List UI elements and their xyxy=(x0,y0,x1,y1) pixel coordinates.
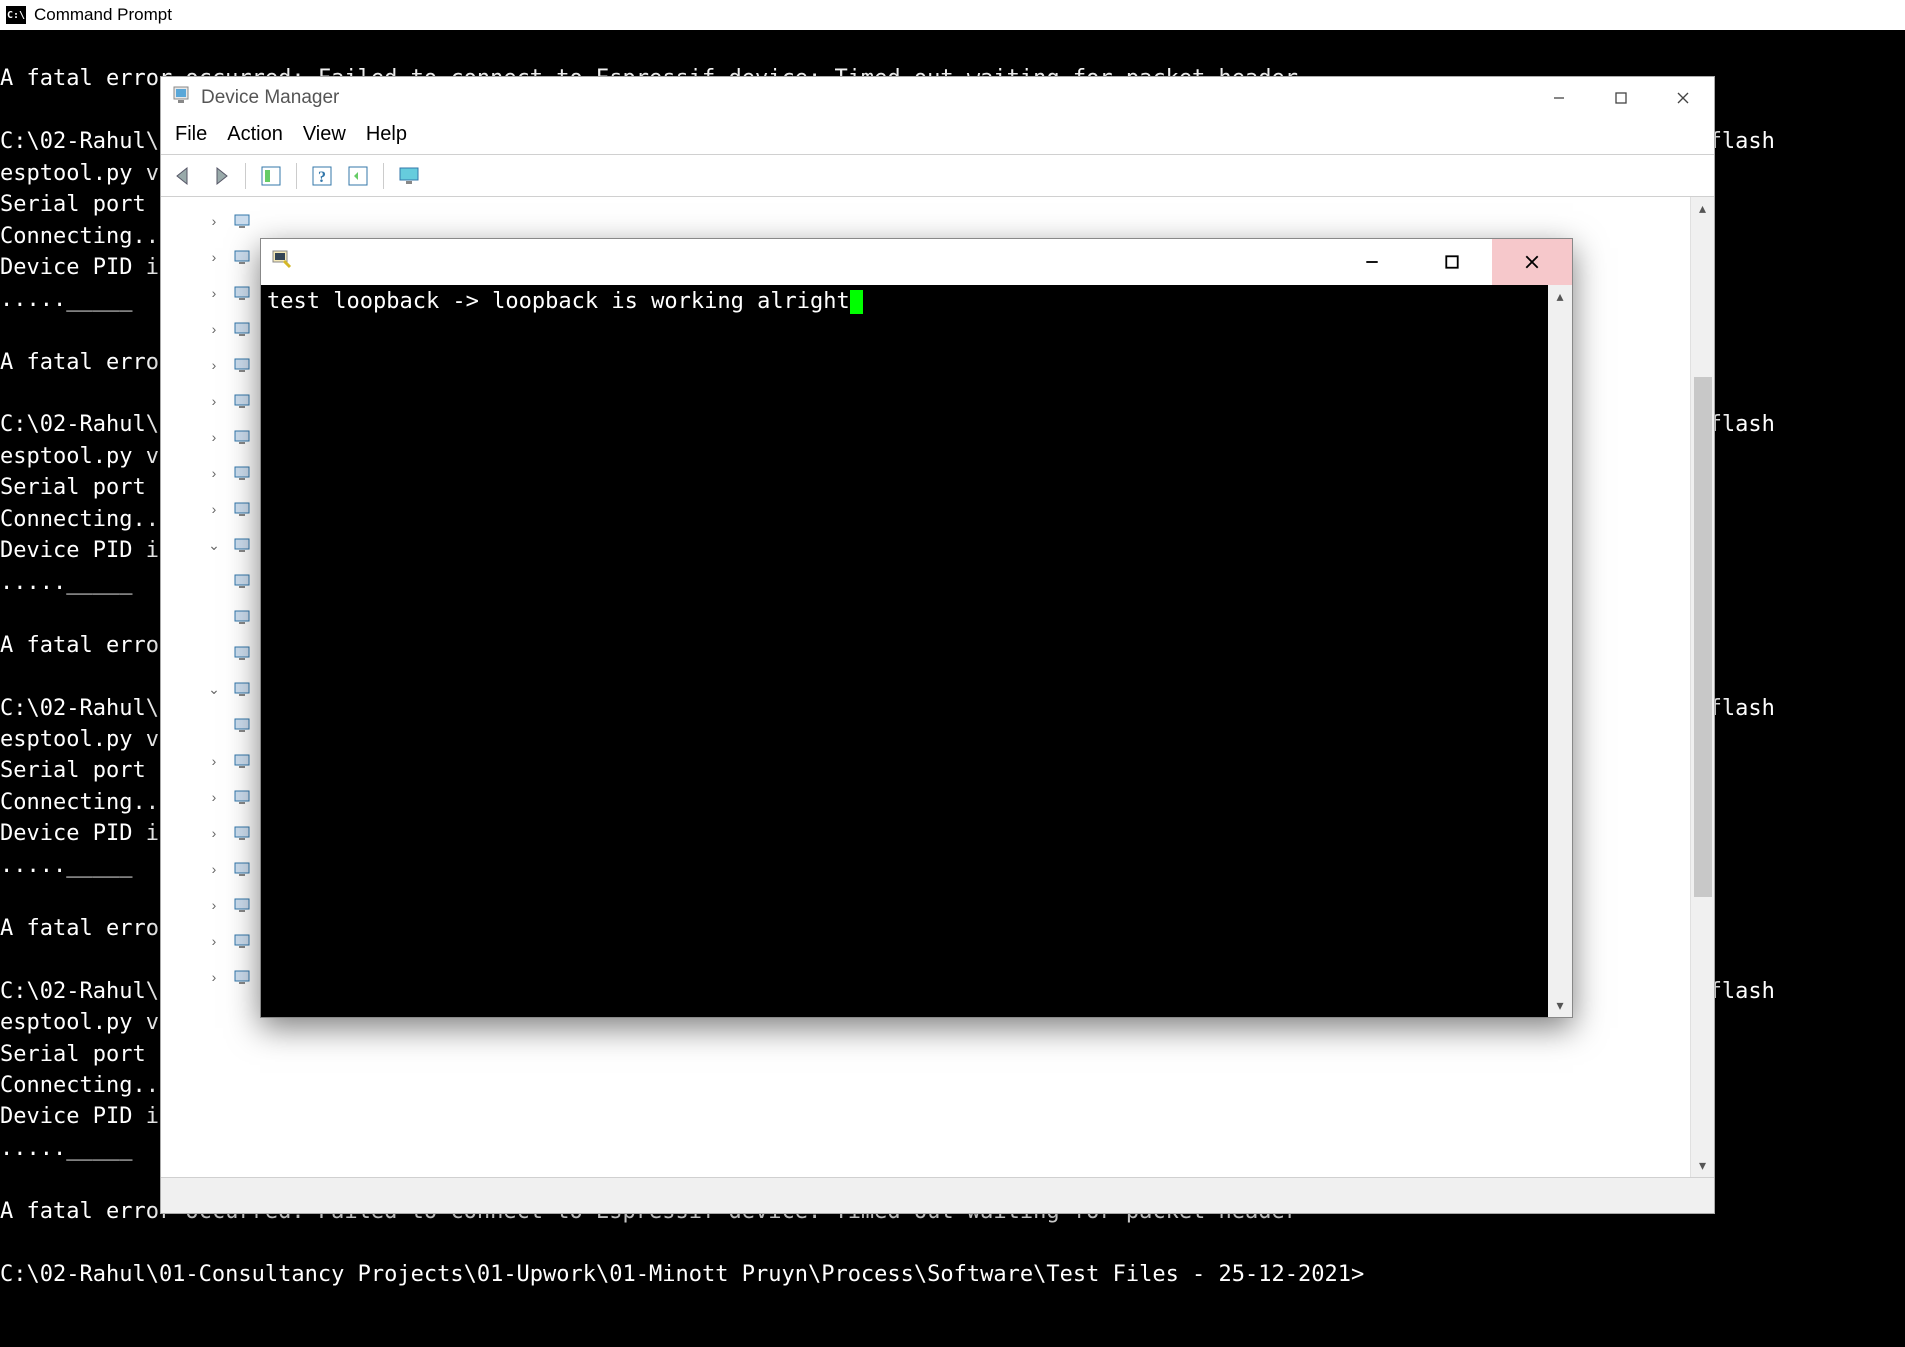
device-category-icon xyxy=(231,570,253,592)
device-category-icon xyxy=(231,822,253,844)
minimize-button[interactable] xyxy=(1528,77,1590,119)
toolbar-separator xyxy=(245,163,246,189)
putty-scrollbar-up-arrow[interactable]: ▴ xyxy=(1556,285,1563,308)
tree-chevron-icon[interactable]: › xyxy=(205,429,223,445)
device-category-icon xyxy=(231,606,253,628)
menu-file[interactable]: File xyxy=(175,123,207,146)
toolbar-separator xyxy=(296,163,297,189)
device-category-icon xyxy=(231,534,253,556)
toolbar-monitor-button[interactable] xyxy=(394,161,424,191)
close-button[interactable] xyxy=(1652,77,1714,119)
putty-icon xyxy=(271,248,293,276)
putty-window: COM8 - PuTTY test loopback -> loopback i… xyxy=(260,238,1573,1018)
tree-row[interactable]: › xyxy=(201,203,1690,239)
putty-terminal-line: test loopback -> loopback is working alr… xyxy=(267,289,850,314)
tree-chevron-icon[interactable]: ⌄ xyxy=(205,681,223,698)
putty-scrollbar[interactable]: ▴ ▾ xyxy=(1548,285,1572,1017)
tree-chevron-icon[interactable]: › xyxy=(205,285,223,301)
device-category-icon xyxy=(231,678,253,700)
tree-chevron-icon[interactable]: › xyxy=(205,357,223,373)
toolbar-scan-hardware-button[interactable] xyxy=(343,161,373,191)
command-prompt-icon: C:\ xyxy=(6,6,26,24)
device-manager-statusbar xyxy=(161,1177,1714,1213)
device-category-icon xyxy=(231,786,253,808)
putty-title: COM8 - PuTTY xyxy=(301,249,453,275)
device-category-icon xyxy=(231,858,253,880)
tree-chevron-icon[interactable]: › xyxy=(205,897,223,913)
putty-titlebar[interactable]: COM8 - PuTTY xyxy=(261,239,1572,285)
putty-close-button[interactable] xyxy=(1492,239,1572,285)
device-manager-titlebar[interactable]: Device Manager xyxy=(161,77,1714,119)
putty-minimize-button[interactable] xyxy=(1332,239,1412,285)
device-category-icon xyxy=(231,750,253,772)
menu-action[interactable]: Action xyxy=(227,123,283,146)
tree-chevron-icon[interactable]: › xyxy=(205,825,223,841)
device-manager-toolbar: ? xyxy=(161,155,1714,197)
menu-view[interactable]: View xyxy=(303,123,346,146)
svg-text:?: ? xyxy=(318,169,326,186)
device-category-icon xyxy=(231,930,253,952)
tree-chevron-icon[interactable]: › xyxy=(205,321,223,337)
tree-chevron-icon[interactable]: › xyxy=(205,249,223,265)
device-category-icon xyxy=(231,318,253,340)
device-manager-scrollbar[interactable]: ▴ ▾ xyxy=(1690,197,1714,1177)
scrollbar-thumb[interactable] xyxy=(1694,377,1712,897)
putty-terminal[interactable]: test loopback -> loopback is working alr… xyxy=(261,285,1548,1017)
tree-chevron-icon[interactable]: › xyxy=(205,465,223,481)
device-category-icon xyxy=(231,966,253,988)
toolbar-separator xyxy=(383,163,384,189)
tree-chevron-icon[interactable]: › xyxy=(205,969,223,985)
tree-chevron-icon[interactable]: › xyxy=(205,861,223,877)
tree-chevron-icon[interactable]: › xyxy=(205,501,223,517)
tree-chevron-icon[interactable]: › xyxy=(205,753,223,769)
device-category-icon xyxy=(231,282,253,304)
device-category-icon xyxy=(231,426,253,448)
toolbar-show-hide-button[interactable] xyxy=(256,161,286,191)
putty-scrollbar-down-arrow[interactable]: ▾ xyxy=(1556,994,1563,1017)
device-category-icon xyxy=(231,354,253,376)
device-category-icon xyxy=(231,894,253,916)
device-category-icon xyxy=(231,462,253,484)
device-category-icon xyxy=(231,642,253,664)
tree-chevron-icon[interactable]: ⌄ xyxy=(205,537,223,554)
menu-help[interactable]: Help xyxy=(366,123,407,146)
device-category-icon xyxy=(231,246,253,268)
toolbar-forward-button[interactable] xyxy=(205,161,235,191)
scrollbar-down-arrow[interactable]: ▾ xyxy=(1699,1154,1706,1177)
tree-chevron-icon[interactable]: › xyxy=(205,213,223,229)
toolbar-back-button[interactable] xyxy=(169,161,199,191)
tree-chevron-icon[interactable]: › xyxy=(205,393,223,409)
device-category-icon xyxy=(231,714,253,736)
device-category-icon xyxy=(231,390,253,412)
scrollbar-up-arrow[interactable]: ▴ xyxy=(1699,197,1706,220)
command-prompt-titlebar[interactable]: C:\ Command Prompt xyxy=(0,0,1905,30)
device-manager-menubar: File Action View Help xyxy=(161,119,1714,155)
tree-chevron-icon[interactable]: › xyxy=(205,933,223,949)
device-manager-title: Device Manager xyxy=(201,87,339,109)
putty-maximize-button[interactable] xyxy=(1412,239,1492,285)
device-category-icon xyxy=(231,210,253,232)
toolbar-help-button[interactable]: ? xyxy=(307,161,337,191)
device-manager-icon xyxy=(171,85,191,111)
maximize-button[interactable] xyxy=(1590,77,1652,119)
tree-chevron-icon[interactable]: › xyxy=(205,789,223,805)
command-prompt-title: Command Prompt xyxy=(34,5,172,25)
device-category-icon xyxy=(231,498,253,520)
terminal-cursor xyxy=(850,290,863,314)
